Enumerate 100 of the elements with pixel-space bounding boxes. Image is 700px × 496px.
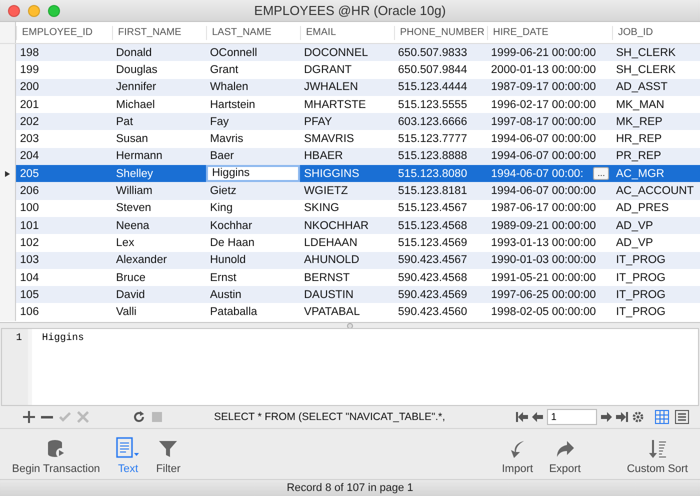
table-cell-text: Alexander bbox=[115, 254, 168, 266]
table-cell-text: SKING bbox=[303, 202, 340, 214]
last-page-icon[interactable] bbox=[616, 411, 628, 423]
table-cell-text: IT_PROG bbox=[615, 288, 667, 301]
minimize-button[interactable] bbox=[28, 5, 40, 17]
table-cell-text: Jennifer bbox=[115, 81, 158, 94]
selected-row[interactable]: 205 Shelley Higgins SHIGGINS 515.123.8080 1994-06-07 00:00: ... AC_MGR bbox=[0, 165, 700, 182]
table-cell-text: Lex bbox=[115, 236, 136, 249]
settings-icon[interactable] bbox=[632, 411, 644, 423]
table-cell-text: 204 bbox=[19, 150, 40, 162]
page-field[interactable]: 1 bbox=[547, 409, 597, 425]
zoom-button[interactable] bbox=[48, 5, 60, 17]
table-cell-text: NKOCHHAR bbox=[303, 220, 370, 232]
add-button[interactable] bbox=[20, 411, 38, 423]
table-row[interactable]: 206 William Gietz WGIETZ 515.123.8181 1994-06-07 00:00:00 AC_ACCOUNT bbox=[0, 182, 700, 200]
column-header[interactable]: PHONE_NUMBER bbox=[394, 26, 487, 40]
table-cell-text: HBAER bbox=[303, 150, 344, 162]
column-header[interactable]: HIRE_DATE bbox=[487, 26, 612, 40]
text-editor[interactable]: 1 Higgins bbox=[1, 328, 699, 406]
table-cell-text: Donald bbox=[115, 46, 153, 59]
sort-button[interactable]: Custom Sort bbox=[618, 429, 696, 479]
ellipsis-button[interactable]: ... bbox=[593, 167, 609, 180]
window-title: EMPLOYEES @HR (Oracle 10g) bbox=[254, 3, 446, 18]
table-cell-text: OConnell bbox=[209, 46, 258, 59]
import-button[interactable]: Import bbox=[494, 429, 542, 479]
share-arrow-icon bbox=[554, 439, 575, 459]
table-cell-text: 515.123.7777 bbox=[397, 133, 468, 146]
table-cell-text: AD_VP bbox=[615, 236, 654, 249]
table-cell-text: SHIGGINS bbox=[303, 168, 360, 180]
table-cell-text: 103 bbox=[19, 254, 40, 266]
table-cell-text: Douglas bbox=[115, 64, 158, 76]
column-header[interactable]: LAST_NAME bbox=[206, 26, 300, 40]
table-cell-text: Steven bbox=[115, 202, 152, 214]
table-cell-text: 205 bbox=[19, 168, 40, 180]
cell-editor[interactable]: Higgins bbox=[206, 165, 300, 182]
table-cell-text: PR_REP bbox=[615, 150, 662, 162]
column-header[interactable]: JOB_ID bbox=[612, 26, 700, 40]
table-cell: 1994-06-07 00:00: bbox=[491, 168, 584, 180]
table-cell-text: 202 bbox=[19, 116, 40, 128]
add-icon bbox=[23, 411, 35, 423]
table-cell-text: 1987-09-17 00:00:00 bbox=[490, 81, 597, 94]
status-text: Record 8 of 107 in page 1 bbox=[286, 482, 414, 494]
first-page-icon[interactable] bbox=[516, 411, 528, 423]
next-page-icon[interactable] bbox=[600, 411, 612, 423]
table-cell-text: IT_PROG bbox=[615, 306, 667, 318]
table-cell-text: 515.123.4567 bbox=[397, 202, 468, 214]
table-row[interactable]: 200 Jennifer Whalen JWHALEN 515.123.4444 1987-09-17 00:00:00 AD_ASST bbox=[0, 78, 700, 96]
table-cell-text: JWHALEN bbox=[303, 81, 359, 94]
editor-text: Higgins bbox=[41, 332, 84, 346]
table-cell-text: 1997-08-17 00:00:00 bbox=[490, 116, 597, 128]
table-cell-text: 515.123.8080 bbox=[397, 168, 468, 180]
table-cell-text: SH_CLERK bbox=[615, 46, 677, 59]
table-cell-text: 515.123.4569 bbox=[397, 236, 468, 249]
column-header[interactable]: EMPLOYEE_ID bbox=[16, 26, 112, 40]
stop-icon bbox=[151, 411, 163, 423]
table-cell-text: MK_REP bbox=[615, 116, 664, 128]
table-cell-text: Pat bbox=[115, 116, 134, 128]
check-icon bbox=[59, 411, 71, 423]
table-cell-text: Valli bbox=[115, 306, 138, 318]
table-row[interactable]: 101 Neena Kochhar NKOCHHAR 515.123.4568 1989-09-21 00:00:00 AD_VP bbox=[0, 216, 700, 234]
filter-icon bbox=[158, 439, 178, 459]
table-cell-text: Michael bbox=[115, 98, 156, 111]
splitter-handle-icon[interactable] bbox=[347, 322, 353, 328]
table-cell-text: VPATABAL bbox=[303, 306, 361, 318]
table-row[interactable]: 105 David Austin DAUSTIN 590.423.4569 1997-06-25 00:00:00 IT_PROG bbox=[0, 286, 700, 304]
close-button[interactable] bbox=[8, 5, 20, 17]
table-cell-text: 590.423.4569 bbox=[397, 288, 468, 301]
table-cell-text: Kochhar bbox=[209, 220, 254, 232]
table-cell-text: Whalen bbox=[209, 81, 250, 94]
table-cell-text: Ernst bbox=[209, 272, 238, 284]
table-cell-text: Pataballa bbox=[209, 306, 258, 318]
table-cell-text: 1994-06-07 00:00:00 bbox=[490, 185, 597, 198]
previous-page-icon[interactable] bbox=[532, 411, 544, 423]
column-header[interactable]: FIRST_NAME bbox=[112, 26, 206, 40]
table-row[interactable]: 202 Pat Fay PFAY 603.123.6666 1997-08-17 00:00:00 MK_REP bbox=[0, 113, 700, 130]
export-button[interactable]: Export bbox=[541, 429, 589, 479]
filter-button[interactable]: Filter bbox=[148, 429, 189, 479]
table-row[interactable]: 204 Hermann Baer HBAER 515.123.8888 1994-06-07 00:00:00 PR_REP bbox=[0, 148, 700, 166]
table-cell-text: 515.123.8888 bbox=[397, 150, 468, 162]
table-cell-text: Bruce bbox=[115, 272, 147, 284]
table-cell-text: AHUNOLD bbox=[303, 254, 360, 266]
form-view-button[interactable] bbox=[672, 410, 692, 424]
table-cell-text: Neena bbox=[115, 220, 150, 232]
column-header[interactable]: EMAIL bbox=[300, 26, 394, 40]
line-number: 1 bbox=[2, 329, 32, 405]
grid-view-button[interactable] bbox=[652, 410, 672, 424]
table-cell-text: 1994-06-07 00:00:00 bbox=[490, 150, 597, 162]
table-row[interactable]: 198 Donald OConnell DOCONNEL 650.507.9833 1999-06-21 00:00:00 SH_CLERK bbox=[0, 44, 700, 62]
table-cell-text: Hermann bbox=[115, 150, 164, 162]
table-cell-text: 101 bbox=[19, 220, 40, 232]
table-cell-text: IT_PROG bbox=[615, 272, 667, 284]
table-row[interactable]: 103 Alexander Hunold AHUNOLD 590.423.4567 1990-01-03 00:00:00 IT_PROG bbox=[0, 252, 700, 269]
document-icon bbox=[116, 437, 140, 459]
table-cell-text: AC_ACCOUNT bbox=[615, 185, 695, 198]
table-row[interactable]: 100 Steven King SKING 515.123.4567 1987-06-17 00:00:00 AD_PRES bbox=[0, 200, 700, 217]
sort-icon bbox=[647, 439, 668, 459]
table-cell-text: 1993-01-13 00:00:00 bbox=[490, 236, 597, 249]
table-cell-text: MK_MAN bbox=[615, 98, 666, 111]
close-icon bbox=[77, 411, 89, 423]
transaction-button[interactable]: Begin Transaction bbox=[4, 429, 108, 479]
